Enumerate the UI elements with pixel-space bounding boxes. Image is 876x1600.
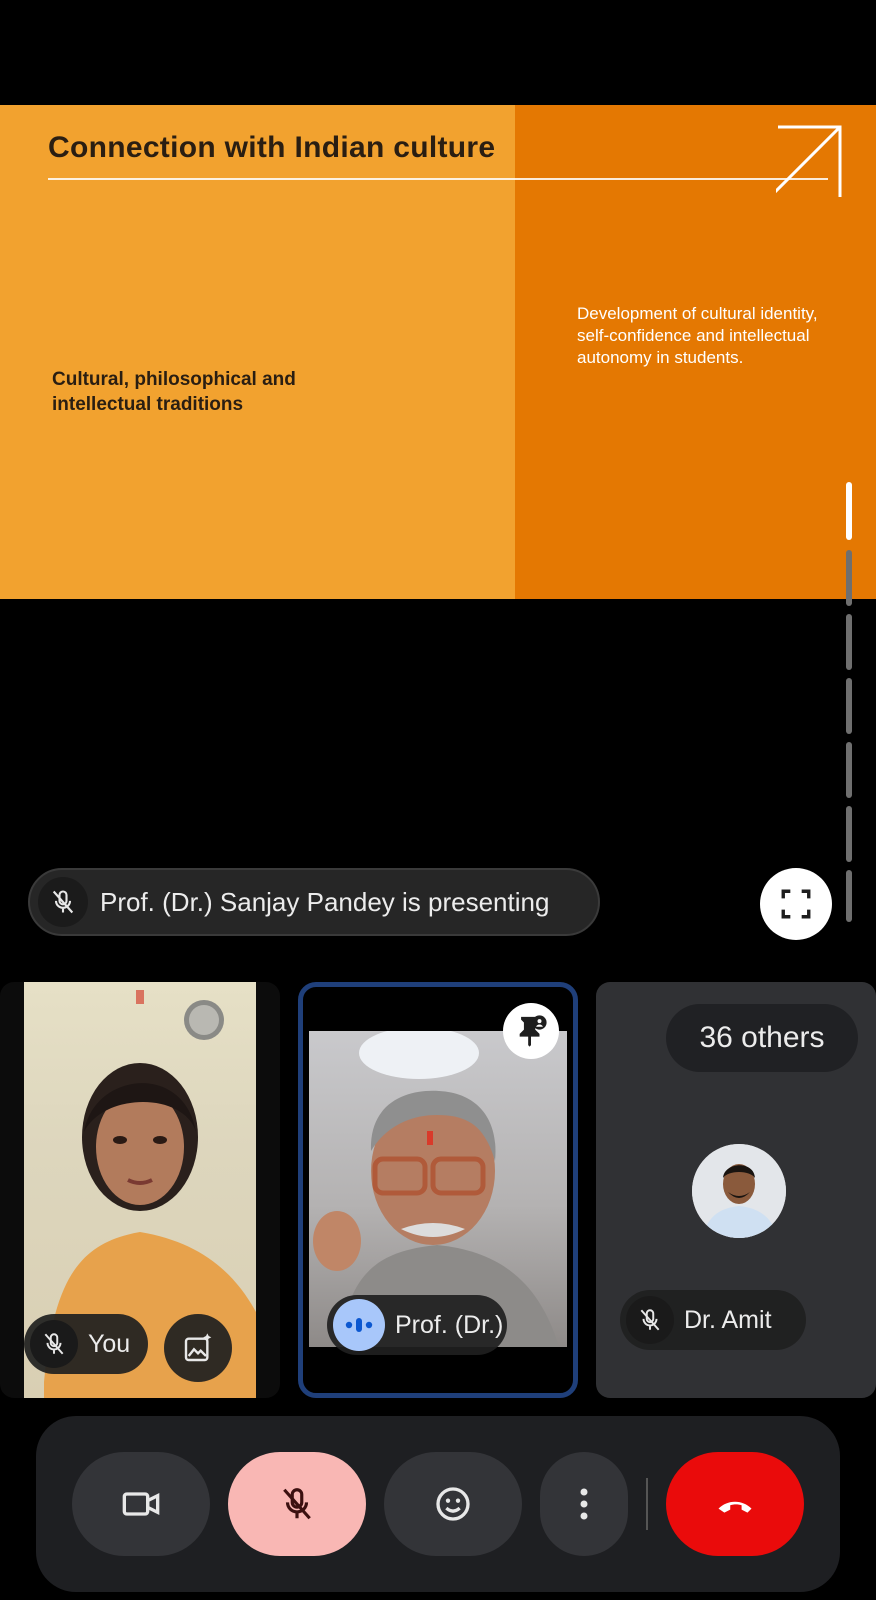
fullscreen-icon: [781, 889, 811, 919]
scrollbar-segment: [846, 614, 852, 670]
others-count-badge: 36 others: [666, 1004, 858, 1072]
arrow-up-right-icon: [776, 125, 842, 197]
scrollbar-thumb[interactable]: [846, 482, 852, 540]
presenting-indicator: Prof. (Dr.) Sanjay Pandey is presenting: [28, 868, 600, 936]
mic-off-icon: [283, 1488, 311, 1520]
slide-divider: [48, 178, 828, 180]
others-name-chip: Dr. Amit: [620, 1290, 806, 1350]
scrollbar-segment: [846, 678, 852, 734]
pin-icon: [519, 1015, 547, 1047]
others-name-label: Dr. Amit: [684, 1305, 772, 1334]
scrollbar-segment: [846, 806, 852, 862]
scrollbar-segment: [846, 870, 852, 922]
mic-off-icon: [38, 877, 88, 927]
presentation-stage[interactable]: Connection with Indian culture Cultural,…: [0, 0, 876, 964]
phone-hangup-icon: [718, 1501, 752, 1513]
camera-toggle-button[interactable]: [72, 1452, 210, 1556]
slide-left-text: Cultural, philosophical and intellectual…: [52, 369, 296, 415]
reactions-button[interactable]: [384, 1452, 522, 1556]
scrollbar-segment: [846, 742, 852, 798]
more-vertical-icon: [580, 1488, 588, 1520]
video-camera-icon: [122, 1492, 160, 1516]
others-tile[interactable]: 36 others Dr. Amit: [596, 982, 876, 1398]
others-count-label: 36 others: [699, 1021, 825, 1054]
meet-call-screen: Connection with Indian culture Cultural,…: [0, 0, 876, 1600]
image-effects-icon: [184, 1333, 212, 1362]
avatar: [692, 1144, 786, 1238]
fullscreen-button[interactable]: [760, 868, 832, 940]
pinned-speaker-tile[interactable]: Prof. (Dr.): [298, 982, 578, 1398]
slide-right-text: Development of cultural identity, self-c…: [577, 304, 818, 367]
slide-title: Connection with Indian culture: [48, 131, 496, 164]
self-name-chip: You: [24, 1314, 148, 1374]
scrollbar-segment: [846, 550, 852, 606]
controls-divider: [646, 1478, 648, 1530]
pin-button[interactable]: [503, 1003, 559, 1059]
slide-scrollbar[interactable]: [846, 482, 852, 922]
more-options-button[interactable]: [540, 1452, 628, 1556]
shared-slide: Connection with Indian culture Cultural,…: [0, 105, 876, 599]
presenting-label: Prof. (Dr.) Sanjay Pandey is presenting: [100, 886, 550, 917]
mic-off-icon: [30, 1320, 78, 1368]
speaking-indicator-icon: [333, 1299, 385, 1351]
effects-button[interactable]: [164, 1314, 232, 1382]
self-video-tile[interactable]: You: [0, 982, 280, 1398]
self-name-label: You: [88, 1329, 131, 1358]
mic-off-icon: [626, 1296, 674, 1344]
call-controls-bar: [36, 1416, 840, 1592]
end-call-button[interactable]: [666, 1452, 804, 1556]
mic-toggle-button[interactable]: [228, 1452, 366, 1556]
speaker-name-chip: Prof. (Dr.): [327, 1295, 507, 1355]
emoji-icon: [436, 1487, 470, 1521]
speaker-name-label: Prof. (Dr.): [395, 1310, 504, 1339]
